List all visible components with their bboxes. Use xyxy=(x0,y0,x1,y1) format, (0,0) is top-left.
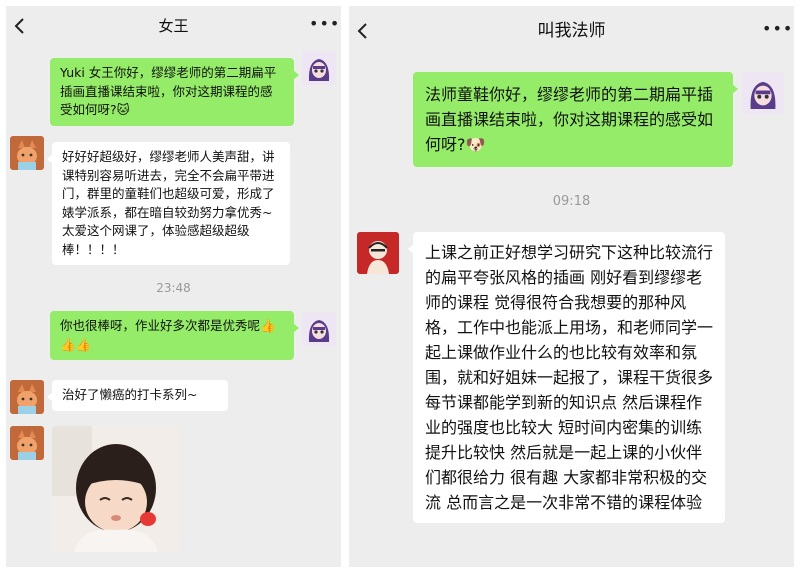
right-chat-window: 叫我法师 ••• 法师童鞋你好，缪缪老师的第二期扁平插画直播课结束啦，你对这期课… xyxy=(349,6,794,567)
teacher-avatar[interactable] xyxy=(742,72,784,114)
more-dots-icon[interactable]: ••• xyxy=(762,21,792,39)
chat-header: 叫我法师 ••• xyxy=(349,6,794,56)
timestamp: 23:48 xyxy=(156,281,191,295)
teacher-avatar[interactable] xyxy=(302,51,336,85)
student-avatar[interactable] xyxy=(357,232,399,274)
message-bubble-incoming: 好好好超级好，缪缪老师人美声甜，讲课特别容易听进去，完全不会扁平带进门，群里的童… xyxy=(47,142,290,265)
message-bubble-incoming: 上课之前正好想学习研究下这种比较流行的扁平夸张风格的插画 刚好看到缪缪老师的课程… xyxy=(408,232,725,523)
student-avatar[interactable] xyxy=(10,136,44,170)
chat-header: 女王 ••• xyxy=(6,6,341,46)
teacher-avatar[interactable] xyxy=(302,312,336,346)
sticker-image[interactable] xyxy=(52,426,178,552)
message-bubble-outgoing: Yuki 女王你好，缪缪老师的第二期扁平插画直播课结束啦，你对这期课程的感受如何… xyxy=(50,58,299,126)
chat-title: 叫我法师 xyxy=(537,21,606,41)
student-avatar[interactable] xyxy=(10,426,44,460)
chat-title: 女王 xyxy=(158,17,189,35)
timestamp: 09:18 xyxy=(552,194,591,209)
message-bubble-outgoing: 你也很棒呀，作业好多次都是优秀呢👍👍👍 xyxy=(50,311,299,360)
student-avatar[interactable] xyxy=(10,380,44,414)
left-chat-window: 女王 ••• Yuki 女王你好，缪缪老师的第二期扁平插画直播课结束啦，你对这期… xyxy=(6,6,341,567)
message-bubble-outgoing: 法师童鞋你好，缪缪老师的第二期扁平插画直播课结束啦，你对这期课程的感受如何呀?🐶 xyxy=(413,72,738,167)
message-bubble-incoming: 治好了懒癌的打卡系列~ xyxy=(47,380,228,411)
more-dots-icon[interactable]: ••• xyxy=(309,16,339,34)
